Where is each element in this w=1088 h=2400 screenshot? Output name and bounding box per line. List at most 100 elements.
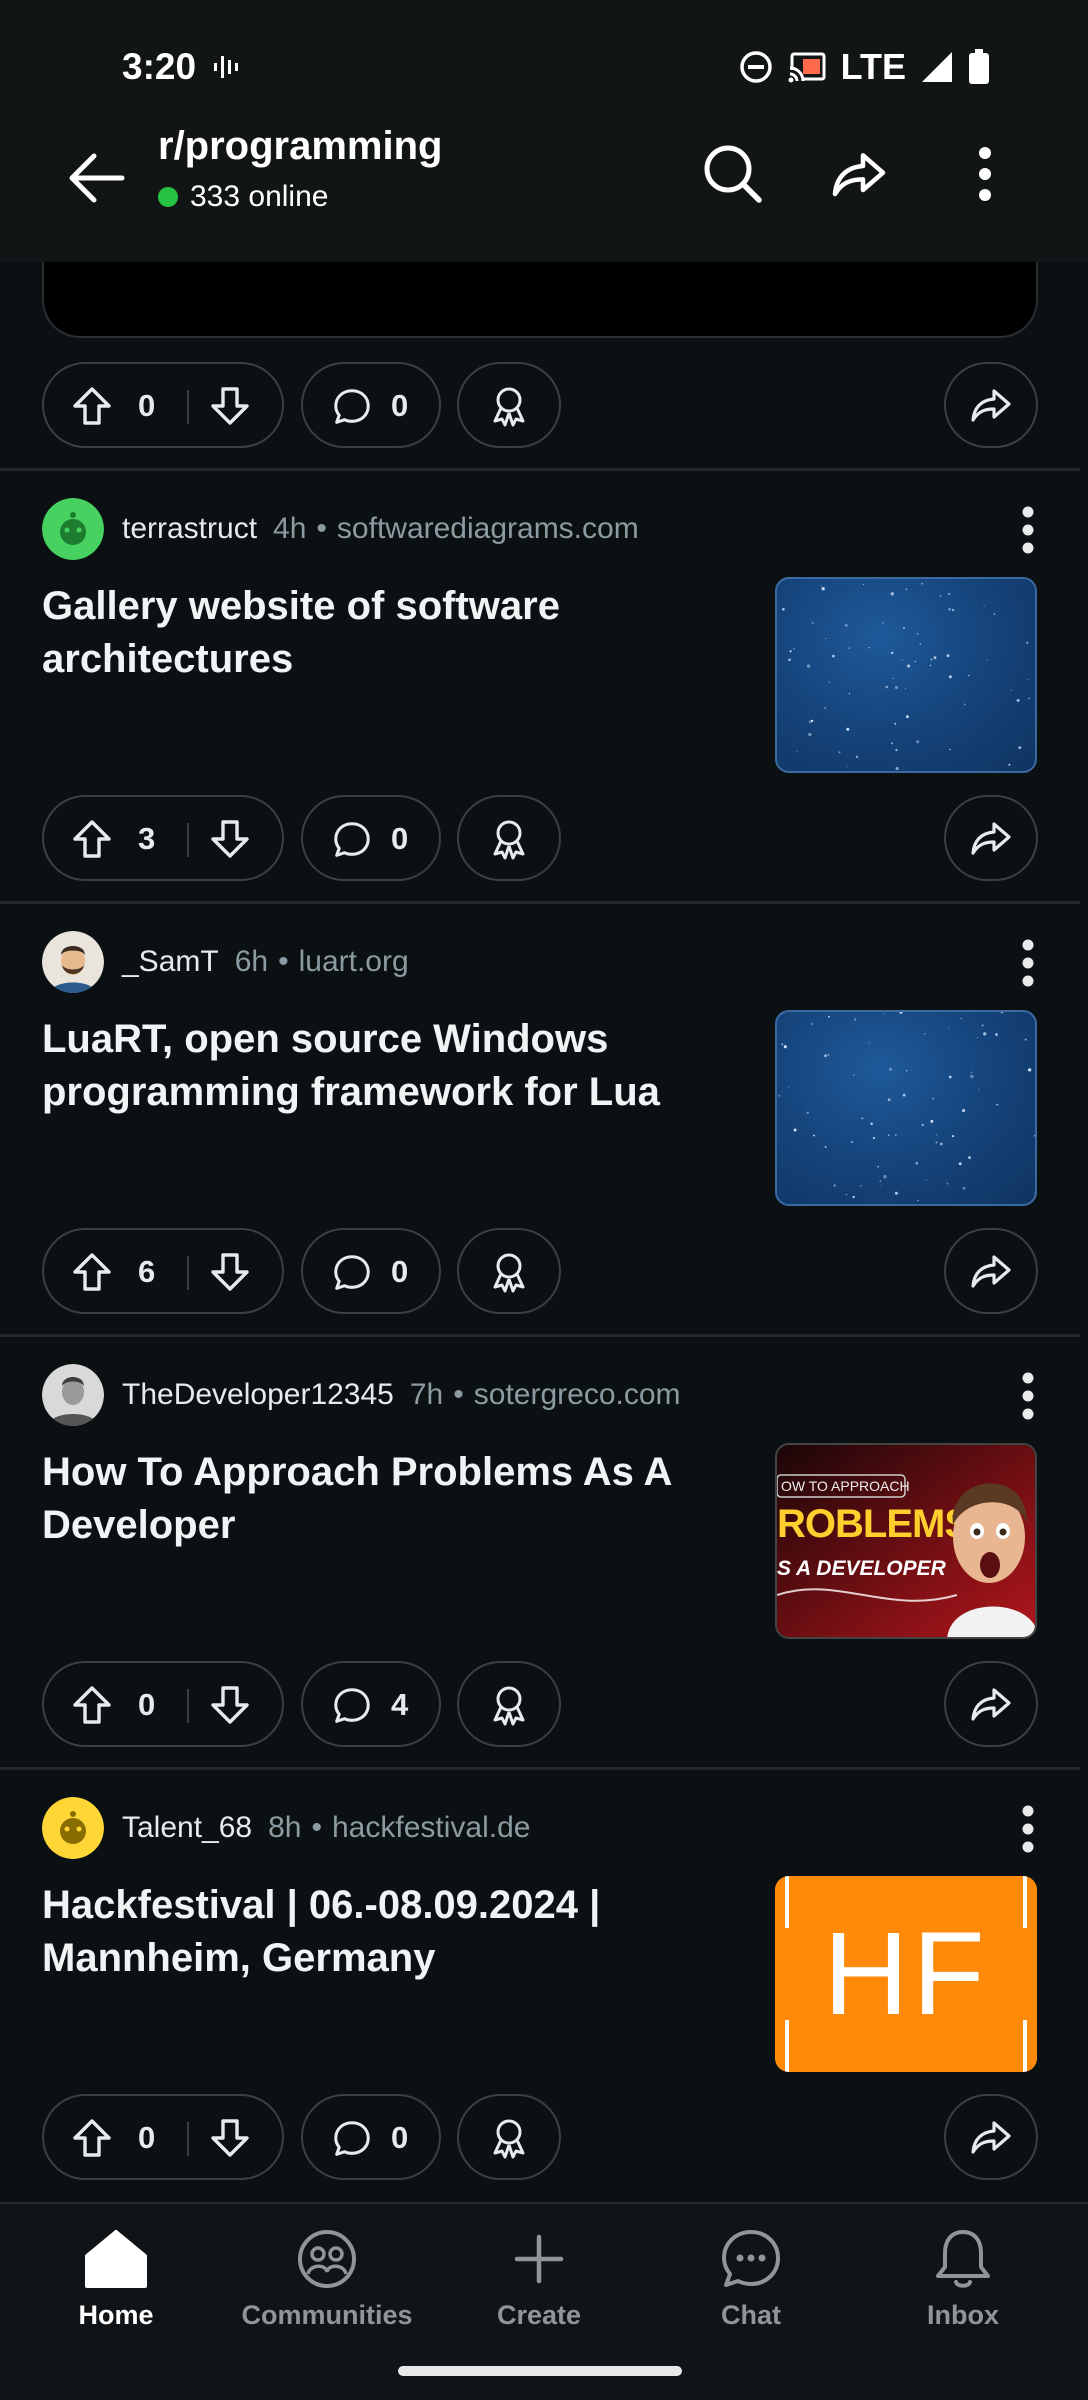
avatar[interactable] bbox=[42, 1364, 104, 1426]
post-media-preview[interactable] bbox=[42, 262, 1038, 338]
downvote-icon[interactable] bbox=[208, 384, 252, 428]
upvote-icon[interactable] bbox=[70, 817, 114, 861]
subreddit-title[interactable]: r/programming bbox=[158, 124, 442, 169]
vote-count: 6 bbox=[138, 1254, 156, 1289]
share-button[interactable] bbox=[819, 134, 899, 214]
nav-label: Home bbox=[78, 2300, 154, 2330]
nav-home[interactable]: Home bbox=[16, 2224, 216, 2331]
online-dot bbox=[158, 187, 178, 207]
post-meta: 7h • sotergreco.com bbox=[409, 1378, 681, 1411]
post-username[interactable]: _SamT bbox=[122, 945, 219, 979]
comment-count: 0 bbox=[391, 388, 409, 423]
more-options-button[interactable] bbox=[945, 134, 1025, 214]
nav-label: Chat bbox=[721, 2300, 781, 2330]
post-thumbnail[interactable]: OW TO APPROACH ROBLEMS S A DEVELOPER bbox=[775, 1443, 1037, 1639]
downvote-icon[interactable] bbox=[208, 1250, 252, 1294]
comment-count: 0 bbox=[391, 821, 409, 856]
award-button[interactable] bbox=[457, 795, 561, 881]
svg-text:ROBLEMS: ROBLEMS bbox=[777, 1502, 970, 1546]
avatar[interactable] bbox=[42, 498, 104, 560]
comments-button[interactable]: 0 bbox=[301, 1228, 441, 1314]
nav-label: Communities bbox=[241, 2300, 413, 2330]
award-icon bbox=[485, 2113, 533, 2161]
nav-chat[interactable]: Chat bbox=[651, 2224, 851, 2331]
comments-button[interactable]: 0 bbox=[301, 362, 441, 448]
communities-icon bbox=[298, 2230, 356, 2288]
nav-communities[interactable]: Communities bbox=[227, 2224, 427, 2331]
avatar[interactable] bbox=[42, 1797, 104, 1859]
post-username[interactable]: terrastruct bbox=[122, 512, 257, 546]
post-title[interactable]: LuaRT, open source Windows programming f… bbox=[42, 1013, 732, 1119]
online-count: 333 online bbox=[158, 180, 328, 214]
post-more-button[interactable] bbox=[1008, 1366, 1048, 1426]
upvote-icon[interactable] bbox=[70, 1250, 114, 1294]
post-username[interactable]: TheDeveloper12345 bbox=[122, 1378, 394, 1412]
post-actions: 0 4 bbox=[42, 1661, 1038, 1747]
upvote-icon[interactable] bbox=[70, 384, 114, 428]
award-button[interactable] bbox=[457, 362, 561, 448]
divider bbox=[0, 901, 1080, 904]
downvote-icon[interactable] bbox=[208, 817, 252, 861]
comment-icon bbox=[331, 1252, 373, 1294]
post-header: Talent_68 8h • hackfestival.de bbox=[42, 1797, 530, 1859]
downvote-icon[interactable] bbox=[208, 2116, 252, 2160]
nav-create[interactable]: Create bbox=[439, 2224, 639, 2331]
back-button[interactable] bbox=[56, 138, 136, 218]
search-button[interactable] bbox=[693, 134, 773, 214]
comment-icon bbox=[331, 386, 373, 428]
upvote-icon[interactable] bbox=[70, 1683, 114, 1727]
back-arrow-icon bbox=[69, 153, 125, 203]
award-button[interactable] bbox=[457, 1661, 561, 1747]
post-share-button[interactable] bbox=[944, 795, 1038, 881]
post-title[interactable]: How To Approach Problems As A Developer bbox=[42, 1446, 732, 1552]
post-share-button[interactable] bbox=[944, 2094, 1038, 2180]
comments-button[interactable]: 4 bbox=[301, 1661, 441, 1747]
voice-activity-icon bbox=[212, 52, 244, 82]
post-share-button[interactable] bbox=[944, 1661, 1038, 1747]
award-icon bbox=[485, 814, 533, 862]
comment-count: 0 bbox=[391, 2120, 409, 2155]
vote-count: 0 bbox=[138, 388, 156, 423]
post-domain: luart.org bbox=[298, 945, 409, 978]
comments-button[interactable]: 0 bbox=[301, 2094, 441, 2180]
avatar[interactable] bbox=[42, 931, 104, 993]
plus-icon bbox=[514, 2234, 564, 2284]
share-icon bbox=[967, 2113, 1015, 2161]
comments-button[interactable]: 0 bbox=[301, 795, 441, 881]
post-more-button[interactable] bbox=[1008, 933, 1048, 993]
post-more-button[interactable] bbox=[1008, 500, 1048, 560]
comment-icon bbox=[331, 2118, 373, 2160]
upvote-icon[interactable] bbox=[70, 2116, 114, 2160]
post-title[interactable]: Hackfestival | 06.-08.09.2024 | Mannheim… bbox=[42, 1879, 732, 1985]
award-button[interactable] bbox=[457, 1228, 561, 1314]
post-thumbnail[interactable]: HF bbox=[775, 1876, 1037, 2072]
post-username[interactable]: Talent_68 bbox=[122, 1811, 252, 1845]
post-domain: softwarediagrams.com bbox=[336, 512, 639, 545]
nav-inbox[interactable]: Inbox bbox=[863, 2224, 1063, 2331]
divider bbox=[0, 1767, 1080, 1770]
home-indicator[interactable] bbox=[398, 2366, 682, 2376]
battery-icon bbox=[968, 49, 990, 85]
post-header: _SamT 6h • luart.org bbox=[42, 931, 409, 993]
downvote-icon[interactable] bbox=[208, 1683, 252, 1727]
nav-label: Inbox bbox=[927, 2300, 999, 2330]
post-thumbnail[interactable] bbox=[775, 577, 1037, 773]
vote-count: 0 bbox=[138, 2120, 156, 2155]
post-more-button[interactable] bbox=[1008, 1799, 1048, 1859]
post-thumbnail[interactable] bbox=[775, 1010, 1037, 1206]
share-icon bbox=[967, 1247, 1015, 1295]
post-share-button[interactable] bbox=[944, 362, 1038, 448]
post-actions: 3 0 bbox=[42, 795, 1038, 881]
svg-text:OW TO APPROACH: OW TO APPROACH bbox=[781, 1478, 910, 1494]
vote-pill: 0 bbox=[42, 362, 284, 448]
post-title[interactable]: Gallery website of software architecture… bbox=[42, 580, 732, 686]
comment-count: 0 bbox=[391, 1254, 409, 1289]
status-time: 3:20 bbox=[122, 46, 197, 87]
post-meta: 8h • hackfestival.de bbox=[268, 1811, 531, 1844]
post-meta: 4h • softwarediagrams.com bbox=[273, 512, 639, 545]
award-icon bbox=[485, 381, 533, 429]
award-button[interactable] bbox=[457, 2094, 561, 2180]
post-share-button[interactable] bbox=[944, 1228, 1038, 1314]
more-vert-icon bbox=[1018, 1799, 1038, 1859]
post-actions: 0 0 bbox=[42, 2094, 1038, 2180]
